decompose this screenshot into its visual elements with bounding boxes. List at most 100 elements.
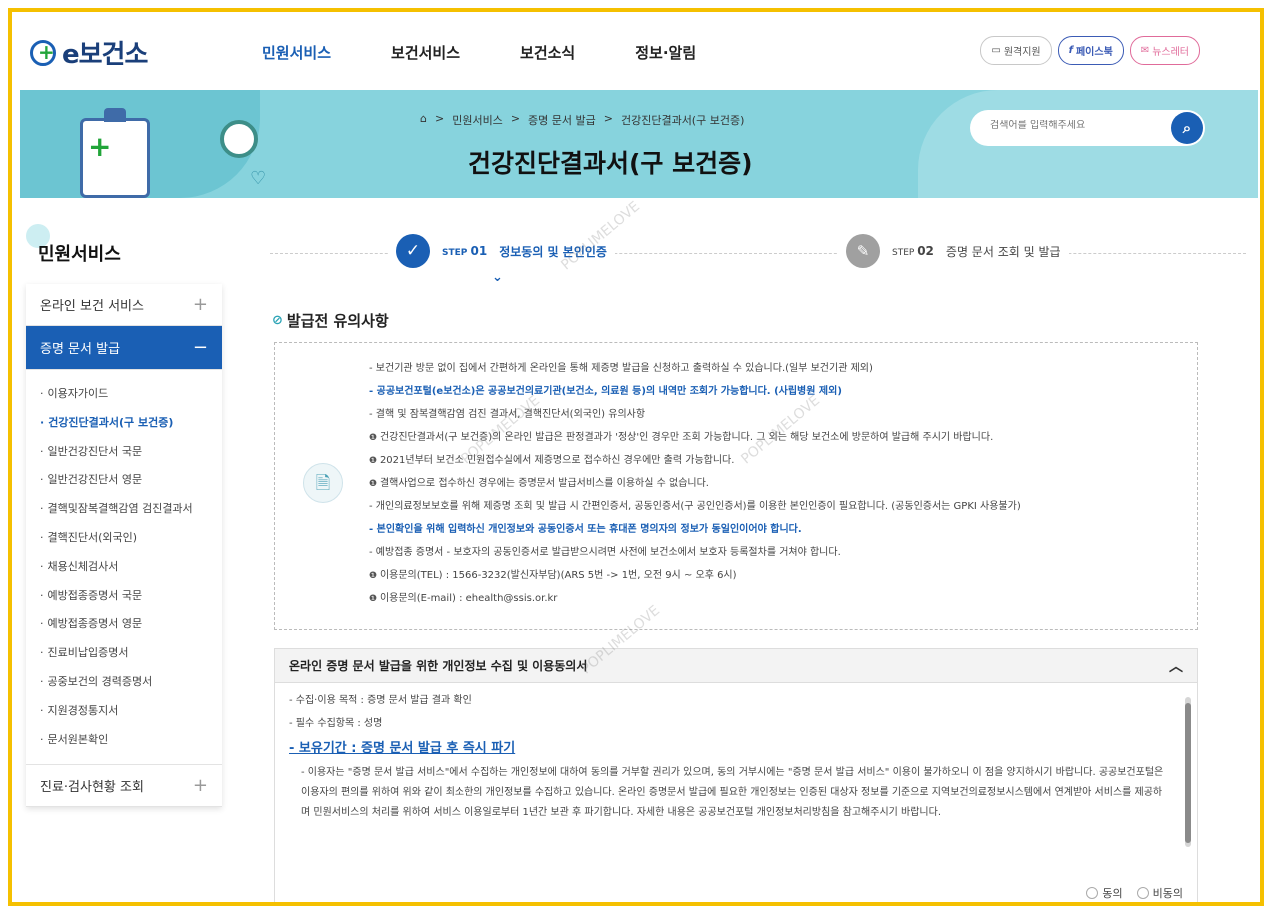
sidebar-item-user-guide[interactable]: 이용자가이드 [40,380,222,409]
consent-body: - 수집·이용 목적 : 증명 문서 발급 결과 확인 - 필수 수집항목 : … [289,689,1169,823]
consent-scrollbar[interactable] [1185,697,1191,847]
document-search-icon: 🗎 [303,463,343,503]
expand-icon: + [192,775,208,797]
radio-icon [1086,887,1099,899]
notice-item: 공공보건포털(e보건소)은 공공보건의료기관(보건소, 의료원 등)의 내역만 … [369,380,1189,403]
home-icon[interactable]: ⌂ [420,112,427,128]
site-logo[interactable]: e보건소 [30,34,148,71]
step-1: ✓ STEP 01 정보동의 및 본인인증 [388,234,615,268]
facebook-icon: f [1068,45,1073,56]
nav-item-info-notice[interactable]: 정보·알림 [635,42,696,63]
notice-item: 이용문의(TEL) : 1566-3232(발신자부담)(ARS 5번 -> 1… [369,564,1189,587]
nav-item-civil-service[interactable]: 민원서비스 [262,42,331,63]
newsletter-button[interactable]: ✉ 뉴스레터 [1129,36,1200,65]
consent-options: 동의 비동의 [1086,885,1183,901]
sidebar-item-tb-diagnosis-foreign[interactable]: 결핵진단서(외국인) [40,524,222,553]
page-banner: + ♡ ⌂ > 민원서비스 > 증명 문서 발급 > 건강진단결과서(구 보건증… [20,90,1258,198]
monitor-icon: ▭ [991,45,1001,56]
step-number: STEP 01 [442,244,488,258]
remote-support-button[interactable]: ▭ 원격지원 [980,36,1052,65]
utility-links: ▭ 원격지원 f 페이스북 ✉ 뉴스레터 [980,36,1200,65]
chevron-up-icon[interactable]: ︿ [1169,656,1183,676]
radio-icon [1136,887,1149,899]
disagree-radio[interactable]: 비동의 [1136,885,1183,901]
sidebar-title: 민원서비스 [38,244,121,265]
page-title: 건강진단결과서(구 보건증) [468,149,753,178]
breadcrumb-current: 건강진단결과서(구 보건증) [620,114,745,127]
logo-icon [30,39,56,66]
notice-item: 2021년부터 보건소 민원접수실에서 제증명으로 접수하신 경우에만 출력 가… [369,449,1189,472]
notice-item: 결핵 및 잠복결핵감염 검진 결과서, 결핵진단서(외국인) 유의사항 [369,403,1189,426]
mail-icon: ✉ [1140,45,1150,56]
sidebar-item-vaccination-en[interactable]: 예방접종증명서 영문 [40,610,222,639]
sidebar-submenu: 이용자가이드 건강진단결과서(구 보건증) 일반건강진단서 국문 일반건강진단서… [26,370,222,766]
search-input[interactable] [990,120,1140,131]
breadcrumb-separator: > [603,112,613,125]
check-icon: ✓ [396,234,430,268]
sidebar-item-employment-exam[interactable]: 채용신체검사서 [40,553,222,582]
breadcrumb-doc-issue[interactable]: 증명 문서 발급 [528,112,596,128]
consent-required: - 필수 수집항목 : 성명 [289,718,383,729]
edit-icon: ✎ [846,234,880,268]
notice-item: 본인확인을 위해 입력하신 개인정보와 공동인증서 또는 휴대폰 명의자의 정보… [369,518,1189,541]
notice-item: 개인의료정보보호를 위해 제증명 조회 및 발급 시 간편인증서, 공동인증서(… [369,495,1189,518]
consent-panel: 온라인 증명 문서 발급을 위한 개인정보 수집 및 이용동의서 ︿ - 수집·… [274,648,1198,902]
expand-icon: + [192,294,208,315]
sidebar-item-vaccination-kr[interactable]: 예방접종증명서 국문 [40,582,222,611]
sidebar-item-doc-verify[interactable]: 문서원본확인 [40,726,222,755]
breadcrumb-separator: > [510,112,521,125]
notice-box: 🗎 보건기관 방문 없이 집에서 간편하게 온라인을 통해 제증명 발급을 신청… [274,342,1198,630]
facebook-button[interactable]: f 페이스북 [1057,36,1124,65]
step-2: ✎ STEP 02 증명 문서 조회 및 발급 [838,234,1069,268]
sidebar-item-general-diagnosis-kr[interactable]: 일반건강진단서 국문 [40,438,222,467]
sidebar-item-general-diagnosis-en[interactable]: 일반건강진단서 영문 [40,466,222,495]
sidebar-item-public-doctor-career[interactable]: 공중보건의 경력증명서 [40,668,222,697]
sidebar-section-label: 증명 문서 발급 [40,342,121,357]
sidebar-section-label: 진료·검사현황 조회 [40,780,144,796]
sidebar-item-payment-cert[interactable]: 진료비납입증명서 [40,639,222,668]
breadcrumb-civil-service[interactable]: 민원서비스 [452,112,503,128]
step-label: 증명 문서 조회 및 발급 [945,244,1061,259]
notice-heading: ⊘ 발급전 유의사항 [272,312,389,330]
medicine-icon [220,120,258,158]
notice-list: 보건기관 방문 없이 집에서 간편하게 온라인을 통해 제증명 발급을 신청하고… [369,357,1189,610]
sidebar-section-online-service[interactable]: 온라인 보건 서비스 + [26,284,222,326]
chevron-down-icon: ⌄ [492,270,503,285]
step-label: 정보동의 및 본인인증 [499,244,607,259]
consent-purpose: - 수집·이용 목적 : 증명 문서 발급 결과 확인 [289,695,472,706]
page-frame: e보건소 민원서비스 보건서비스 보건소식 정보·알림 ▭원격지원 f페이스북 … [8,8,1264,906]
nav-item-health-service[interactable]: 보건서비스 [391,42,460,63]
sidebar-section-doc-issue[interactable]: 증명 문서 발급 − [26,326,222,370]
consent-paragraph: - 이용자는 "증명 문서 발급 서비스"에서 수집하는 개인정보에 대하여 동… [301,767,1164,818]
search-box: ⌕ [970,110,1205,146]
notice-item: 건강진단결과서(구 보건증)의 온라인 발급은 판정결과가 '정상'인 경우만 … [369,426,1189,449]
search-icon: ⌕ [1182,119,1192,137]
sidebar-item-health-certificate[interactable]: 건강진단결과서(구 보건증) [40,409,222,438]
notice-item: 이용문의(E-mail) : ehealth@ssis.or.kr [369,587,1189,610]
consent-header[interactable]: 온라인 증명 문서 발급을 위한 개인정보 수집 및 이용동의서 ︿ [275,649,1197,683]
sidebar-section-label: 온라인 보건 서비스 [40,299,144,314]
nav-item-health-news[interactable]: 보건소식 [520,42,575,63]
collapse-icon: − [192,337,208,358]
site-header: e보건소 민원서비스 보건서비스 보건소식 정보·알림 ▭원격지원 f페이스북 … [12,12,1260,90]
sidebar-section-exam-status[interactable]: 진료·검사현황 조회 + [26,765,222,808]
notice-icon: ⊘ [272,313,283,328]
main-nav: 민원서비스 보건서비스 보건소식 정보·알림 [262,42,696,63]
notice-item: 예방접종 증명서 - 보호자의 공동인증서로 발급받으시려면 사전에 보건소에서… [369,541,1189,564]
consent-title: 온라인 증명 문서 발급을 위한 개인정보 수집 및 이용동의서 [289,659,588,673]
search-button[interactable]: ⌕ [1171,112,1203,144]
sidebar-item-support-notice[interactable]: 지원경정통지서 [40,697,222,726]
medical-cross-icon: + [88,130,112,163]
notice-item: 보건기관 방문 없이 집에서 간편하게 온라인을 통해 제증명 발급을 신청하고… [369,357,1189,380]
step-number: STEP 02 [892,244,934,258]
logo-text: e보건소 [62,40,148,70]
clipboard-clip-icon [104,108,126,122]
heart-icon: ♡ [250,168,267,189]
consent-retention: - 보유기간 : 증명 문서 발급 후 즉시 파기 [289,741,516,756]
breadcrumb-separator: > [434,112,445,125]
agree-radio[interactable]: 동의 [1086,885,1123,901]
notice-item: 결핵사업으로 접수하신 경우에는 증명문서 발급서비스를 이용하실 수 없습니다… [369,472,1189,495]
sidebar: 온라인 보건 서비스 + 증명 문서 발급 − 이용자가이드 건강진단결과서(구… [26,284,222,808]
sidebar-item-tb-result[interactable]: 결핵및잠복결핵감염 검진결과서 [40,495,222,524]
breadcrumb: ⌂ > 민원서비스 > 증명 문서 발급 > 건강진단결과서(구 보건증) [420,112,744,128]
